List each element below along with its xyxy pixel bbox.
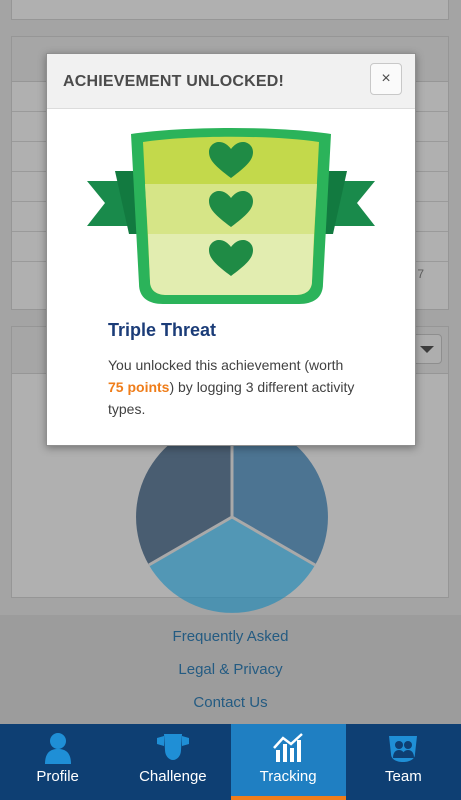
achievement-badge-icon bbox=[87, 128, 375, 304]
faq-link[interactable]: Frequently Asked bbox=[0, 628, 461, 645]
footer: Frequently Asked Legal & Privacy Contact… bbox=[0, 615, 461, 725]
activity-pie-chart bbox=[136, 421, 328, 613]
achievement-modal: ACHIEVEMENT UNLOCKED! × Triple Threat Yo… bbox=[46, 53, 416, 446]
achievement-description: You unlocked this achievement (worth 75 … bbox=[108, 354, 358, 420]
achievement-name: Triple Threat bbox=[108, 320, 217, 340]
nav-label-profile: Profile bbox=[36, 768, 79, 785]
nav-label-team: Team bbox=[385, 768, 422, 785]
close-icon: × bbox=[381, 70, 391, 87]
legal-privacy-link[interactable]: Legal & Privacy bbox=[0, 661, 461, 678]
nav-item-tracking[interactable]: Tracking bbox=[230, 724, 346, 800]
shield-icon bbox=[156, 734, 189, 760]
bottom-nav: Profile Challenge Tracking Team bbox=[0, 724, 461, 800]
nav-label-challenge: Challenge bbox=[139, 768, 207, 785]
points-value: 75 points bbox=[108, 379, 170, 395]
nav-item-team[interactable]: Team bbox=[346, 724, 461, 800]
team-icon bbox=[389, 736, 418, 762]
nav-item-profile[interactable]: Profile bbox=[0, 724, 115, 800]
close-button[interactable]: × bbox=[370, 63, 402, 95]
modal-title: ACHIEVEMENT UNLOCKED! bbox=[63, 73, 285, 90]
contact-us-link[interactable]: Contact Us bbox=[0, 694, 461, 711]
person-icon bbox=[44, 733, 71, 764]
chevron-down-icon bbox=[420, 346, 434, 353]
description-text: You unlocked this achievement (worth bbox=[108, 357, 344, 373]
nav-item-challenge[interactable]: Challenge bbox=[115, 724, 230, 800]
nav-label-tracking: Tracking bbox=[259, 768, 317, 785]
modal-header: ACHIEVEMENT UNLOCKED! × bbox=[47, 54, 415, 109]
table-cell-value: 7 bbox=[417, 267, 424, 281]
chart-icon bbox=[273, 733, 303, 762]
top-card bbox=[11, 0, 449, 20]
